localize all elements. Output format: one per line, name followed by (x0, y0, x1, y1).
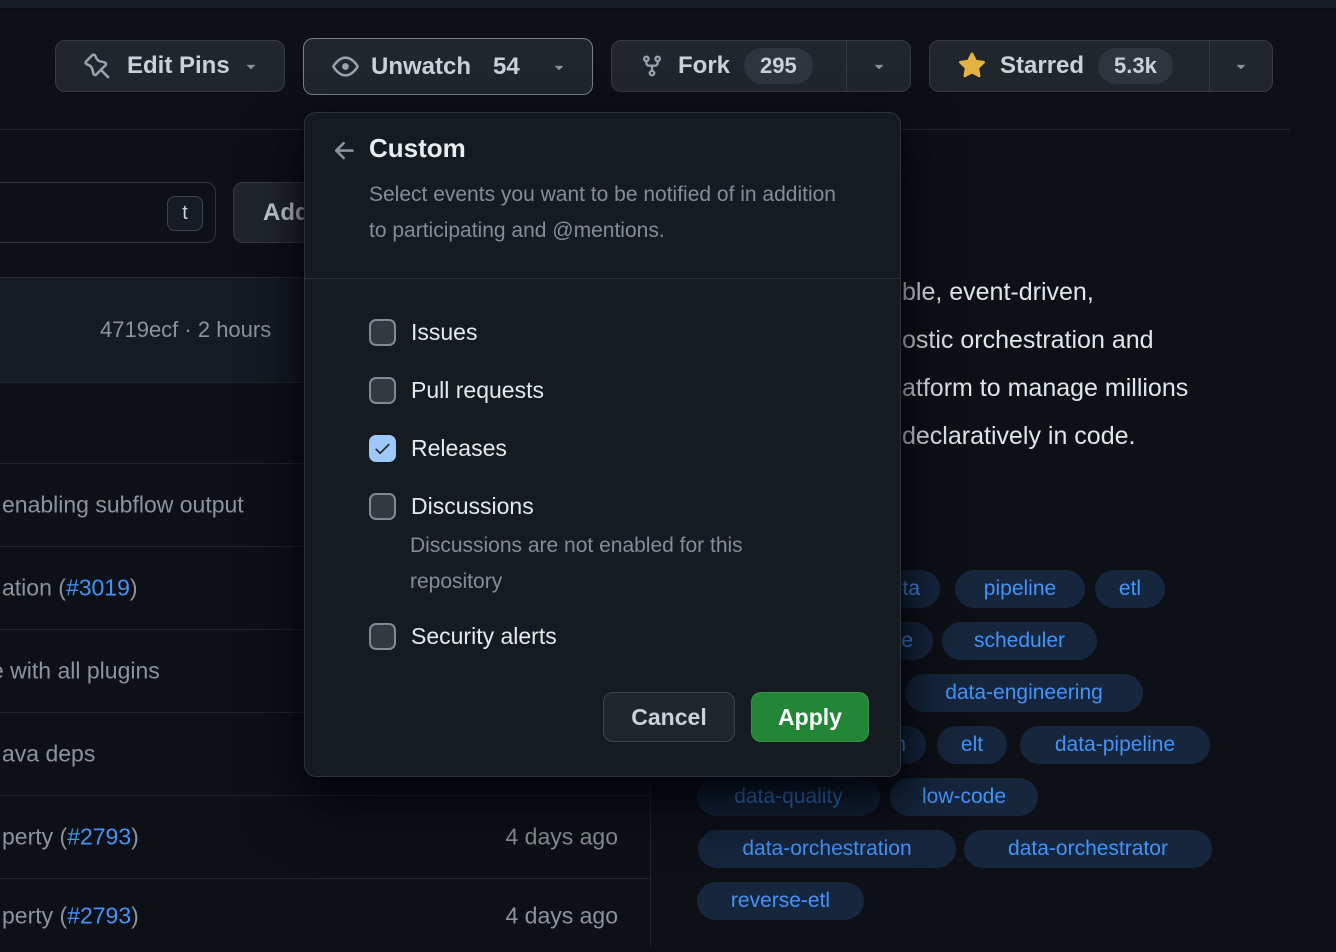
commit-message[interactable]: ation (#3019) (2, 575, 138, 602)
eye-icon (332, 53, 359, 80)
star-count-badge: 5.3k (1098, 48, 1173, 84)
commit-message[interactable]: enabling subflow output (2, 492, 244, 519)
option-label[interactable]: Security alerts (411, 623, 557, 650)
custom-notifications-dialog: Custom Select events you want to be noti… (304, 112, 901, 777)
fork-count-badge: 295 (744, 48, 813, 84)
commit-message-text: ) (131, 902, 139, 928)
commit-time[interactable]: 4 days ago (505, 824, 618, 851)
star-icon (958, 52, 986, 80)
back-arrow-icon[interactable] (331, 137, 359, 165)
option-label[interactable]: Releases (411, 435, 507, 462)
topic-tag[interactable]: elt (937, 726, 1007, 764)
repo-description-line: ostic orchestration and (902, 326, 1154, 355)
dialog-divider (305, 278, 900, 279)
option-label[interactable]: Issues (411, 319, 477, 346)
option-pull-requests[interactable]: Pull requests (369, 377, 544, 404)
apply-button[interactable]: Apply (751, 692, 869, 742)
issues-checkbox[interactable] (369, 319, 396, 346)
releases-checkbox[interactable] (369, 435, 396, 462)
commit-message[interactable]: e with all plugins (0, 658, 160, 685)
fork-label: Fork (678, 52, 730, 80)
table-row[interactable]: perty (#2793) 4 days ago (0, 796, 651, 879)
option-label[interactable]: Discussions (411, 493, 534, 520)
commit-message-text: ) (130, 575, 138, 601)
watch-count: 54 (493, 53, 520, 81)
commit-message-text: ation ( (2, 575, 66, 601)
commit-message[interactable]: perty (#2793) (2, 902, 139, 929)
unwatch-button[interactable]: Unwatch 54 (303, 38, 593, 95)
repo-description-line: atform to manage millions (902, 374, 1188, 403)
option-discussions[interactable]: Discussions (369, 493, 534, 520)
topic-tag[interactable]: data-quality (697, 778, 880, 816)
chevron-down-icon (242, 57, 260, 75)
topic-tag[interactable]: data-orchestration (698, 830, 956, 868)
topic-tag[interactable]: scheduler (942, 622, 1097, 660)
pull-requests-checkbox[interactable] (369, 377, 396, 404)
option-security-alerts[interactable]: Security alerts (369, 623, 557, 650)
dialog-description: Select events you want to be notified of… (369, 177, 851, 249)
issue-link[interactable]: #2793 (67, 824, 131, 850)
option-label[interactable]: Pull requests (411, 377, 544, 404)
pin-icon (84, 53, 111, 80)
chevron-down-icon (550, 58, 568, 76)
latest-commit-info[interactable]: 4719ecf · 2 hours (100, 317, 271, 343)
topic-tag[interactable]: data-engineering (905, 674, 1143, 712)
discussions-caption: Discussions are not enabled for this rep… (410, 528, 743, 600)
security-alerts-checkbox[interactable] (369, 623, 396, 650)
topic-tag[interactable]: etl (1095, 570, 1165, 608)
issue-link[interactable]: #3019 (66, 575, 130, 601)
starred-button[interactable]: Starred 5.3k (930, 41, 1209, 91)
chevron-down-icon (870, 57, 888, 75)
fork-icon (640, 54, 664, 78)
keyboard-shortcut-badge: t (167, 196, 203, 231)
repo-description-line: declaratively in code. (902, 422, 1135, 451)
check-icon (373, 439, 392, 458)
commit-message-text: perty ( (2, 902, 67, 928)
topic-tag[interactable]: reverse-etl (697, 882, 864, 920)
fork-button-group: Fork 295 (611, 40, 911, 92)
unwatch-label: Unwatch (371, 53, 471, 81)
option-issues[interactable]: Issues (369, 319, 477, 346)
topic-tag[interactable]: low-code (890, 778, 1038, 816)
topic-tag[interactable]: data-orchestrator (964, 830, 1212, 868)
topic-tag[interactable]: pipeline (955, 570, 1085, 608)
topic-tag[interactable]: data-pipeline (1020, 726, 1210, 764)
edit-pins-button[interactable]: Edit Pins (55, 40, 285, 92)
edit-pins-label: Edit Pins (127, 52, 230, 80)
starred-label: Starred (1000, 52, 1084, 80)
table-row[interactable]: perty (#2793) 4 days ago (0, 879, 651, 952)
commit-time[interactable]: 4 days ago (505, 902, 618, 929)
issue-link[interactable]: #2793 (67, 902, 131, 928)
commit-message[interactable]: ava deps (2, 741, 95, 768)
discussions-checkbox[interactable] (369, 493, 396, 520)
page-top-edge (0, 0, 1336, 9)
commit-message[interactable]: perty (#2793) (2, 824, 139, 851)
caption-line: repository (410, 564, 743, 600)
cancel-button[interactable]: Cancel (603, 692, 735, 742)
commit-message-text: perty ( (2, 824, 67, 850)
chevron-down-icon (1232, 57, 1250, 75)
commit-message-text: ) (131, 824, 139, 850)
repo-description-line: ble, event-driven, (902, 278, 1094, 307)
star-button-group: Starred 5.3k (929, 40, 1273, 92)
dialog-title: Custom (369, 133, 466, 164)
fork-dropdown-button[interactable] (847, 41, 910, 91)
caption-line: Discussions are not enabled for this (410, 528, 743, 564)
fork-button[interactable]: Fork 295 (612, 41, 846, 91)
star-dropdown-button[interactable] (1210, 41, 1272, 91)
option-releases[interactable]: Releases (369, 435, 507, 462)
